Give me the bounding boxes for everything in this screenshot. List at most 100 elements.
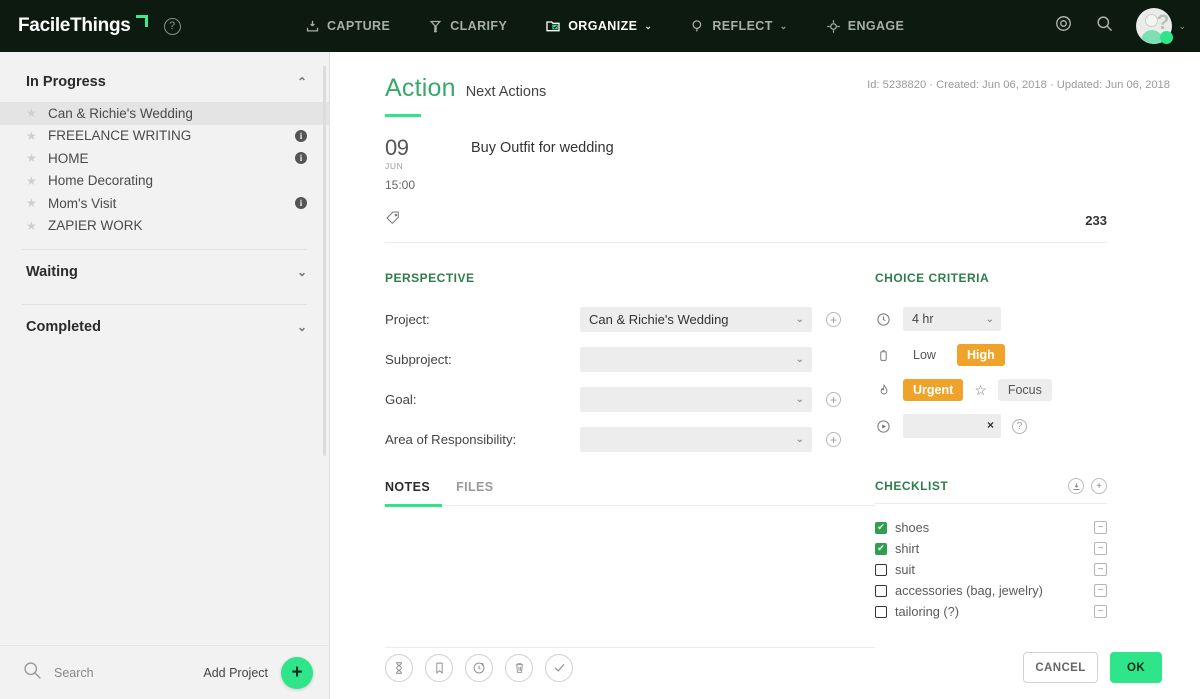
- target-icon[interactable]: [1054, 14, 1073, 38]
- sidebar-item-zapier-work[interactable]: ★ ZAPIER WORK: [0, 215, 329, 238]
- star-icon[interactable]: ★: [26, 196, 38, 210]
- field-label-goal: Goal:: [385, 392, 417, 407]
- chevron-down-icon: ⌄: [779, 20, 788, 31]
- checklist-items: ✔ shoes − ✔ shirt − suit − accessories (…: [875, 520, 1107, 619]
- search-icon[interactable]: [1095, 14, 1114, 38]
- tag-row: 233: [385, 210, 1107, 243]
- sidebar-item-home-decorating[interactable]: ★ Home Decorating: [0, 170, 329, 193]
- info-badge-icon[interactable]: i: [295, 129, 307, 142]
- field-subproject: Subproject: ⌄: [385, 347, 875, 372]
- task-date-block[interactable]: 09 JUN 15:00: [385, 137, 449, 193]
- context-input[interactable]: ×: [903, 414, 1001, 438]
- search-icon: [22, 660, 43, 686]
- remove-checklist-item-icon[interactable]: −: [1094, 542, 1107, 555]
- sidebar-item-can-richies-wedding[interactable]: ★ Can & Richie's Wedding: [0, 102, 329, 125]
- sidebar-item-label: FREELANCE WRITING: [48, 128, 192, 144]
- nav-item-engage[interactable]: ENGAGE: [826, 19, 905, 34]
- help-icon[interactable]: ?: [163, 17, 181, 35]
- priority-urgent-option[interactable]: Urgent: [903, 379, 964, 401]
- notes-editor[interactable]: [385, 506, 875, 639]
- nav-item-organize[interactable]: ORGANIZE ⌄: [545, 18, 652, 34]
- nav-label-clarify: CLARIFY: [450, 19, 508, 33]
- help-icon[interactable]: ?: [1012, 418, 1027, 434]
- checklist-item-label: suit: [895, 562, 915, 577]
- sidebar-item-freelance-writing[interactable]: ★ FREELANCE WRITING i: [0, 125, 329, 148]
- remove-checklist-item-icon[interactable]: −: [1094, 605, 1107, 618]
- nav-right-actions: ? ⌄: [1054, 8, 1186, 44]
- check-icon: ✔: [877, 522, 885, 532]
- sidebar-group-waiting[interactable]: Waiting ⌄: [0, 250, 329, 292]
- record-metadata: Id: 5238820 · Created: Jun 06, 2018 · Up…: [867, 79, 1170, 91]
- checklist-checkbox[interactable]: ✔: [875, 521, 887, 534]
- sidebar-group-in-progress[interactable]: In Progress ⌃: [0, 60, 329, 102]
- tab-list: NOTES FILES: [385, 480, 875, 505]
- priority-focus-option[interactable]: Focus: [997, 379, 1052, 401]
- star-icon[interactable]: ★: [26, 129, 38, 143]
- star-icon[interactable]: ★: [26, 106, 38, 120]
- remove-checklist-item-icon[interactable]: −: [1094, 584, 1107, 597]
- top-navigation-bar: FacileThings ? CAPTURE CLARIFY ORGANIZE …: [0, 0, 1200, 52]
- check-complete-icon[interactable]: [545, 653, 573, 682]
- clear-icon[interactable]: ×: [987, 418, 994, 432]
- sidebar-scrollbar[interactable]: [323, 66, 326, 456]
- sidebar-group-completed[interactable]: Completed ⌄: [0, 305, 329, 347]
- checklist-checkbox[interactable]: [875, 605, 887, 618]
- checklist-checkbox[interactable]: [875, 563, 887, 576]
- goal-select[interactable]: ⌄: [580, 387, 812, 412]
- remove-checklist-item-icon[interactable]: −: [1094, 563, 1107, 576]
- project-select[interactable]: Can & Richie's Wedding ⌄: [580, 307, 812, 332]
- star-icon[interactable]: ★: [26, 151, 38, 165]
- hourglass-defer-icon[interactable]: [385, 653, 413, 682]
- cancel-label: CANCEL: [1035, 661, 1086, 674]
- star-icon[interactable]: ★: [26, 219, 38, 233]
- add-goal-button[interactable]: +: [826, 392, 841, 407]
- add-project-button[interactable]: +: [281, 656, 313, 689]
- info-badge-icon[interactable]: i: [295, 197, 307, 210]
- checklist-header: CHECKLIST +: [875, 478, 1107, 504]
- info-badge-icon[interactable]: i: [295, 152, 307, 165]
- sidebar-item-moms-visit[interactable]: ★ Mom's Visit i: [0, 192, 329, 215]
- energy-high-option[interactable]: High: [956, 344, 1005, 366]
- checklist-item: ✔ shoes −: [875, 520, 1107, 535]
- tab-notes[interactable]: NOTES: [385, 480, 430, 505]
- checklist-checkbox[interactable]: [875, 584, 887, 597]
- area-select[interactable]: ⌄: [580, 427, 812, 452]
- star-icon[interactable]: ☆: [974, 382, 987, 399]
- repeat-clock-icon[interactable]: [465, 653, 493, 682]
- nav-item-capture[interactable]: CAPTURE: [305, 19, 390, 34]
- search-input[interactable]: Search: [22, 660, 203, 686]
- tab-files[interactable]: FILES: [456, 480, 493, 505]
- time-required-select[interactable]: 4 hr ⌄: [903, 307, 1001, 331]
- add-project-label: Add Project: [203, 665, 268, 680]
- energy-low-option[interactable]: Low: [903, 344, 946, 366]
- add-area-button[interactable]: +: [826, 432, 841, 447]
- app-logo[interactable]: FacileThings: [18, 15, 148, 37]
- star-icon[interactable]: ★: [26, 174, 38, 188]
- tab-files-label: FILES: [456, 480, 494, 494]
- task-month: JUN: [385, 161, 404, 171]
- trash-delete-icon[interactable]: [505, 653, 533, 682]
- chevron-down-icon: ⌄: [644, 20, 653, 31]
- sidebar-item-home[interactable]: ★ HOME i: [0, 147, 329, 170]
- nav-item-clarify[interactable]: CLARIFY: [428, 19, 507, 34]
- add-project-inline-button[interactable]: +: [826, 312, 841, 327]
- notes-bottom-divider: [385, 647, 875, 648]
- field-label-project: Project:: [385, 312, 430, 327]
- add-checklist-item-icon[interactable]: +: [1091, 478, 1107, 494]
- user-menu[interactable]: ? ⌄: [1136, 8, 1186, 44]
- checklist-item-label: shirt: [895, 541, 920, 556]
- status-indicator-dot: [1160, 31, 1173, 44]
- tag-icon[interactable]: [385, 210, 401, 231]
- subproject-select[interactable]: ⌄: [580, 347, 812, 372]
- sidebar-group-label: Completed: [26, 319, 101, 335]
- nav-item-reflect[interactable]: REFLECT ⌄: [690, 19, 787, 34]
- plus-icon: +: [829, 392, 837, 407]
- import-checklist-icon[interactable]: [1068, 478, 1084, 494]
- remove-checklist-item-icon[interactable]: −: [1094, 521, 1107, 534]
- ok-button[interactable]: OK: [1110, 652, 1162, 683]
- bookmark-icon[interactable]: [425, 653, 453, 682]
- time-required-value: 4 hr: [912, 312, 934, 326]
- task-title[interactable]: Buy Outfit for wedding: [471, 140, 614, 156]
- cancel-button[interactable]: CANCEL: [1023, 652, 1098, 683]
- checklist-checkbox[interactable]: ✔: [875, 542, 887, 555]
